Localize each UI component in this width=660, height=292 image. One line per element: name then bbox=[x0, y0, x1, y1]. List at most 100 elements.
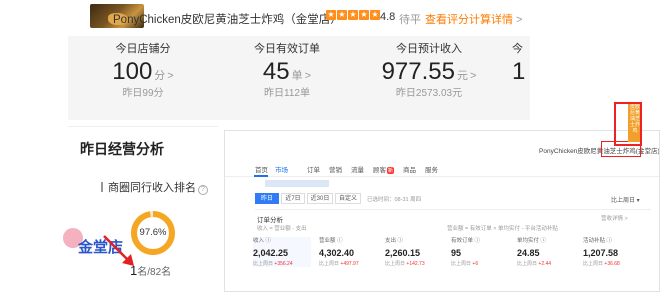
metric-compare-label: 比上周日 bbox=[517, 261, 538, 267]
chevron-right-icon: > bbox=[167, 70, 174, 82]
stat-value: 100 bbox=[112, 58, 153, 85]
rank-label-text: 商圈同行收入排名 bbox=[108, 182, 196, 194]
stat-sub: 昨日112单 bbox=[264, 88, 310, 99]
compare-select[interactable]: 比上周日 ▾ bbox=[611, 195, 640, 204]
filter-30days[interactable]: 近30日 bbox=[307, 193, 333, 204]
metric-delta: +356.24 bbox=[274, 261, 293, 267]
metric-delta: +6 bbox=[472, 261, 479, 267]
rating-value: 4.8 bbox=[380, 11, 396, 23]
tab-service[interactable]: 服务 bbox=[425, 164, 438, 174]
tab-customers-label: 顾客 bbox=[373, 167, 386, 174]
metric-income[interactable]: 收入 ⓘ 2,042.25 比上周日 +356.24 bbox=[253, 237, 311, 267]
metric-value: 24.85 bbox=[517, 248, 540, 258]
metric-label: 有效订单 ⓘ bbox=[451, 238, 481, 244]
stat-label: 今日店铺分 bbox=[115, 43, 171, 55]
star-icon: ★ bbox=[326, 10, 336, 20]
analysis-panel: 昨日经营分析 商圈同行收入排名? 97.6% 1名/82名 bbox=[68, 126, 218, 292]
stat-value: 977.55 bbox=[381, 58, 455, 85]
metric-delta: +36.68 bbox=[604, 261, 620, 267]
new-badge: 新 bbox=[387, 167, 395, 174]
tab-goods[interactable]: 商品 bbox=[403, 164, 416, 174]
metric-compare-label: 比上周日 bbox=[385, 261, 406, 267]
tab-marketing[interactable]: 营销 bbox=[329, 164, 342, 174]
filter-custom[interactable]: 自定义 bbox=[335, 193, 361, 204]
red-arrow-icon bbox=[103, 235, 134, 266]
chevron-right-icon: > bbox=[304, 70, 312, 82]
highlight-box bbox=[614, 102, 642, 146]
metric-compare: 比上周日 +497.97 bbox=[319, 260, 377, 267]
star-icon: ★ bbox=[337, 10, 347, 20]
analysis-title: 昨日经营分析 bbox=[80, 141, 164, 157]
metric-delta: +497.97 bbox=[340, 261, 359, 267]
metric-value: 95 bbox=[451, 248, 462, 258]
help-icon[interactable]: ? bbox=[198, 185, 208, 195]
review-detail-link[interactable]: 查看评分计算详情 > bbox=[425, 11, 522, 27]
tab-home[interactable]: 首页 bbox=[255, 164, 268, 174]
tab-customers[interactable]: 顾客新 bbox=[373, 164, 395, 174]
metric-label: 营业额 ⓘ bbox=[319, 238, 343, 244]
metric-revenue[interactable]: 营业额 ⓘ 4,302.40 比上周日 +497.97 bbox=[319, 237, 377, 267]
embedded-dashboard-screenshot: PonyChicken皮欧尼黄油芝士炸鸡(金堂店) 首页 市场 订单 营销 流量… bbox=[224, 130, 660, 292]
shot-store-name: PonyChicken皮欧尼黄油芝士炸鸡(金堂店) bbox=[539, 148, 660, 155]
filter-yesterday[interactable]: 昨日 bbox=[255, 193, 279, 204]
metric-subsidy[interactable]: 活动补贴 ⓘ 1,207.58 比上周日 +36.68 bbox=[583, 237, 641, 267]
revenue-detail-link[interactable]: 营收详情 > bbox=[601, 214, 628, 222]
metric-value: 2,260.15 bbox=[385, 248, 421, 258]
stat-sub: 昨日99分 bbox=[122, 88, 164, 99]
rank-label: 商圈同行收入排名? bbox=[101, 179, 208, 195]
stat-partial[interactable]: 今 1 bbox=[512, 42, 532, 87]
tab-market[interactable]: 市场 bbox=[275, 164, 288, 174]
metric-delta: +142.73 bbox=[406, 261, 425, 267]
rank-total: 名/82名 bbox=[137, 267, 172, 278]
metric-compare: 比上周日 +142.73 bbox=[385, 260, 443, 267]
metric-compare: 比上周日 +36.68 bbox=[583, 260, 641, 267]
store-name: PonyChicken皮欧尼黄油芝士炸鸡（金堂店） bbox=[113, 14, 342, 26]
selected-date: 已选时间：08-31 周四 bbox=[367, 197, 422, 203]
metric-avg-paid[interactable]: 单均实付 ⓘ 24.85 比上周日 +2.44 bbox=[517, 237, 575, 267]
stat-sub: 昨日2573.03元 bbox=[395, 88, 463, 99]
stats-band: 今日店铺分 100 分 > 昨日99分 今日有效订单 45 单 > 昨日112单 今日预… bbox=[68, 36, 530, 120]
metric-valid-orders[interactable]: 有效订单 ⓘ 95 比上周日 +6 bbox=[451, 237, 509, 267]
section-title: 订单分析 bbox=[257, 217, 283, 224]
stat-label: 今 bbox=[512, 43, 523, 55]
stat-unit: 分 bbox=[154, 70, 166, 82]
metrics-row: 收入 ⓘ 2,042.25 比上周日 +356.24 营业额 ⓘ 4,302.4… bbox=[253, 237, 653, 277]
star-icon: ★ bbox=[348, 10, 358, 20]
stat-unit: 单 bbox=[291, 70, 303, 82]
metric-value: 4,302.40 bbox=[319, 248, 355, 258]
stat-label: 今日预计收入 bbox=[396, 43, 462, 55]
stat-value: 1 bbox=[512, 58, 526, 85]
metric-compare-label: 比上周日 bbox=[583, 261, 604, 267]
metric-compare-label: 比上周日 bbox=[253, 261, 274, 267]
metric-compare: 比上周日 +356.24 bbox=[253, 260, 311, 267]
filter-7days[interactable]: 近7日 bbox=[281, 193, 305, 204]
metric-compare-label: 比上周日 bbox=[451, 261, 472, 267]
metric-label: 支出 ⓘ bbox=[385, 238, 404, 244]
active-tab-underline bbox=[254, 175, 268, 177]
metric-label: 活动补贴 ⓘ bbox=[583, 238, 613, 244]
metric-compare: 比上周日 +6 bbox=[451, 260, 509, 267]
star-rating: ★ ★ ★ ★ ★ bbox=[326, 10, 380, 20]
stat-unit: 元 bbox=[456, 70, 468, 82]
stat-label: 今日有效订单 bbox=[254, 43, 320, 55]
metric-delta: +2.44 bbox=[538, 261, 552, 267]
metric-compare-label: 比上周日 bbox=[319, 261, 340, 267]
formula-income: 收入 = 营业额 - 支出 bbox=[257, 226, 307, 232]
stat-store-score[interactable]: 今日店铺分 100 分 > 昨日99分 bbox=[78, 42, 208, 101]
star-icon: ★ bbox=[370, 10, 380, 20]
shot-topbar: PonyChicken皮欧尼黄油芝士炸鸡(金堂店) bbox=[225, 131, 660, 157]
chevron-right-icon: > bbox=[516, 14, 523, 26]
chevron-right-icon: > bbox=[469, 70, 477, 82]
review-link-text: 查看评分计算详情 bbox=[425, 14, 513, 26]
metric-value: 2,042.25 bbox=[253, 248, 289, 258]
shot-subnav bbox=[265, 180, 329, 187]
shot-nav-tabs: 首页 市场 订单 营销 流量 顾客新 商品 服务 bbox=[225, 159, 659, 177]
metric-label: 单均实付 ⓘ bbox=[517, 238, 547, 244]
metric-expense[interactable]: 支出 ⓘ 2,260.15 比上周日 +142.73 bbox=[385, 237, 443, 267]
rating-label: 待平 bbox=[399, 14, 421, 26]
tab-traffic[interactable]: 流量 bbox=[351, 164, 364, 174]
tab-orders[interactable]: 订单 bbox=[307, 164, 320, 174]
stat-expected-income[interactable]: 今日预计收入 977.55 元 > 昨日2573.03元 bbox=[364, 42, 494, 101]
stat-valid-orders[interactable]: 今日有效订单 45 单 > 昨日112单 bbox=[222, 42, 352, 101]
metric-compare: 比上周日 +2.44 bbox=[517, 260, 575, 267]
